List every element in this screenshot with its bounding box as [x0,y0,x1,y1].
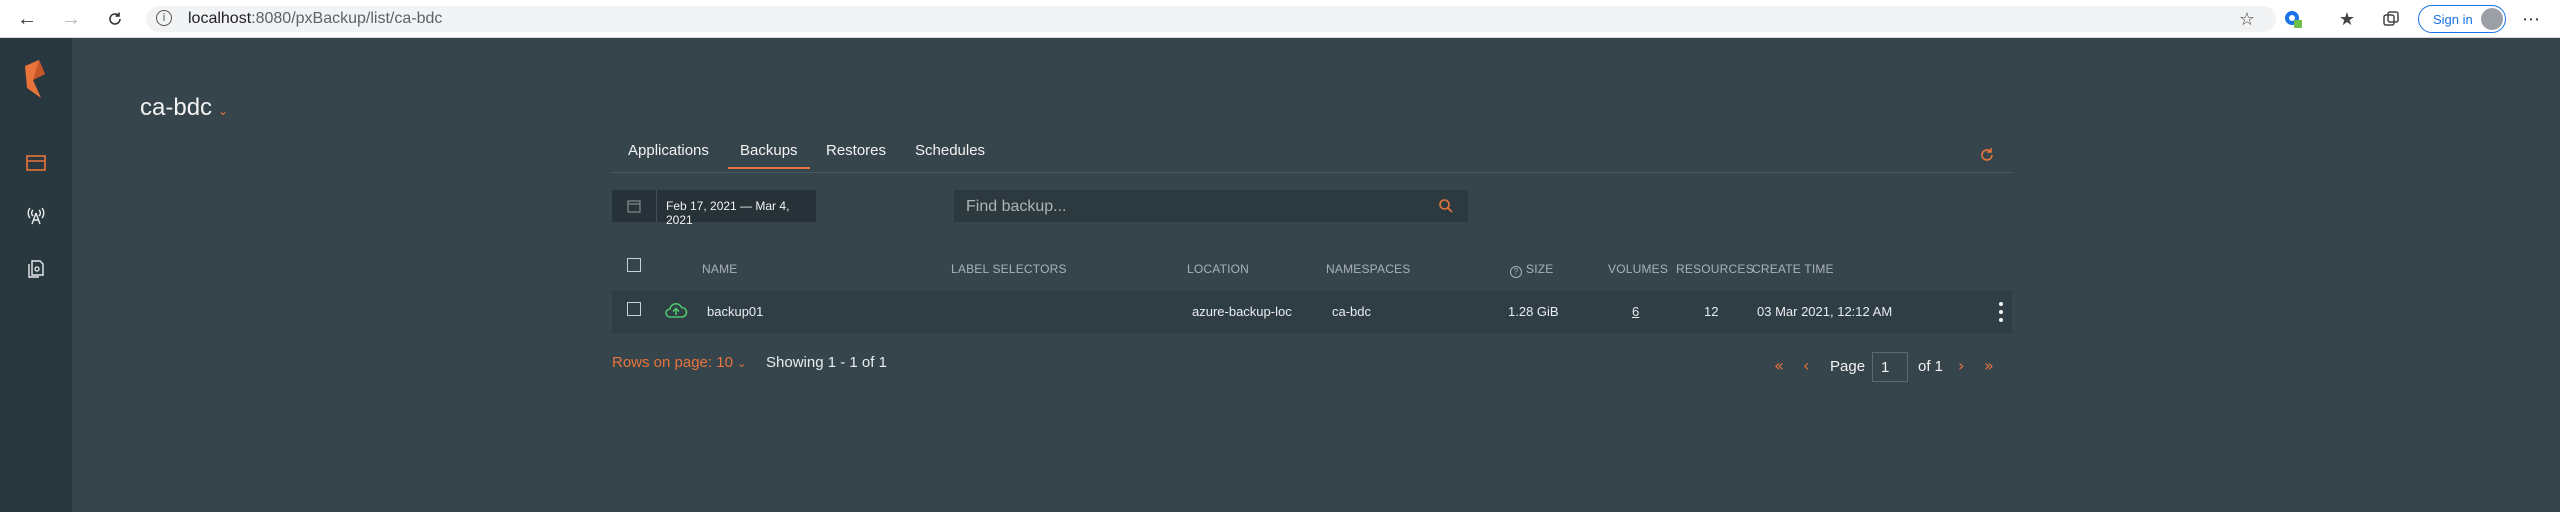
page-number-input[interactable] [1872,352,1908,382]
tab-restores[interactable]: Restores [826,142,886,159]
column-header-namespaces: NAMESPACES [1326,262,1411,276]
more-menu-icon[interactable]: ⋯ [2520,8,2542,30]
backup-success-cloud-icon [664,299,688,323]
browser-toolbar: ← → i localhost:8080/pxBackup/list/ca-bd… [0,0,2560,38]
rows-per-page-label: Rows on page: 10 [612,354,733,371]
date-range-picker[interactable]: Feb 17, 2021 — Mar 4, 2021 [612,190,816,227]
extension-icon[interactable] [2282,8,2304,30]
broadcast-nav-icon[interactable] [23,202,49,228]
showing-count: Showing 1 - 1 of 1 [766,354,887,371]
chevron-down-icon[interactable]: ⌄ [218,104,228,118]
info-icon: ? [1510,266,1522,278]
backup-volumes-link[interactable]: 6 [1632,304,1639,319]
next-page-icon[interactable]: › [1958,356,1964,375]
search-icon[interactable] [1438,198,1454,214]
page-title[interactable]: ca-bdc [140,94,212,122]
size-header-label: SIZE [1526,262,1554,276]
forward-arrow-icon[interactable]: → [58,6,84,32]
tab-bar: Applications Backups Restores Schedules [612,136,2012,173]
search-input[interactable] [964,195,1408,219]
chevron-down-icon: ⌄ [737,358,747,370]
tab-backups[interactable]: Backups [728,142,810,169]
site-info-icon[interactable]: i [156,10,172,26]
collections-icon[interactable] [2380,8,2402,30]
search-box [954,190,1468,222]
sign-in-button[interactable]: Sign in [2418,5,2506,33]
tab-schedules[interactable]: Schedules [915,142,985,159]
column-header-label-selectors: LABEL SELECTORS [951,262,1067,276]
profile-avatar-icon [2481,8,2503,30]
url-text: localhost:8080/pxBackup/list/ca-bdc [188,10,442,28]
refresh-icon[interactable] [1978,146,1996,164]
backups-nav-icon[interactable] [23,150,49,176]
url-host: localhost [188,10,252,27]
previous-page-icon[interactable]: ‹ [1803,356,1809,375]
backup-location: azure-backup-loc [1192,304,1292,319]
column-header-location[interactable]: LOCATION [1187,262,1249,276]
backup-create-time: 03 Mar 2021, 12:12 AM [1757,304,1893,319]
column-header-name[interactable]: NAME [702,262,737,276]
row-checkbox[interactable] [627,302,641,316]
backup-namespaces: ca-bdc [1332,304,1372,319]
backup-name[interactable]: backup01 [707,304,763,319]
column-header-create-time[interactable]: CREATE TIME [1752,262,1834,276]
page-total: of 1 [1918,358,1944,375]
tab-applications[interactable]: Applications [628,142,709,159]
sidebar [0,38,72,512]
portworx-logo-icon[interactable] [20,60,50,100]
favorite-add-icon[interactable]: ☆ [2236,8,2258,30]
documents-nav-icon[interactable] [23,256,49,282]
rows-per-page-select[interactable]: Rows on page: 10 ⌄ [612,354,746,371]
column-header-volumes: VOLUMES [1608,262,1669,276]
last-page-icon[interactable]: » [1984,356,1994,375]
favorites-icon[interactable]: ★ [2336,8,2358,30]
back-arrow-icon[interactable]: ← [14,6,40,32]
reload-icon[interactable] [102,6,128,32]
column-header-resources: RESOURCES [1676,262,1754,276]
url-path: :8080/pxBackup/list/ca-bdc [251,10,443,27]
first-page-icon[interactable]: « [1774,356,1784,375]
date-range-text: Feb 17, 2021 — Mar 4, 2021 [666,199,790,227]
sign-in-label: Sign in [2433,12,2473,27]
page-label: Page [1830,358,1866,375]
row-actions-menu-icon[interactable] [1998,300,2004,324]
select-all-checkbox[interactable] [627,258,641,272]
calendar-icon[interactable] [612,190,657,222]
address-bar[interactable]: i localhost:8080/pxBackup/list/ca-bdc ☆ [146,6,2276,32]
backup-resources: 12 [1704,304,1719,319]
column-header-size[interactable]: ? SIZE [1510,262,1553,278]
table-row[interactable]: backup01 azure-backup-loc ca-bdc 1.28 Gi… [612,290,2012,334]
backup-size: 1.28 GiB [1508,304,1559,319]
